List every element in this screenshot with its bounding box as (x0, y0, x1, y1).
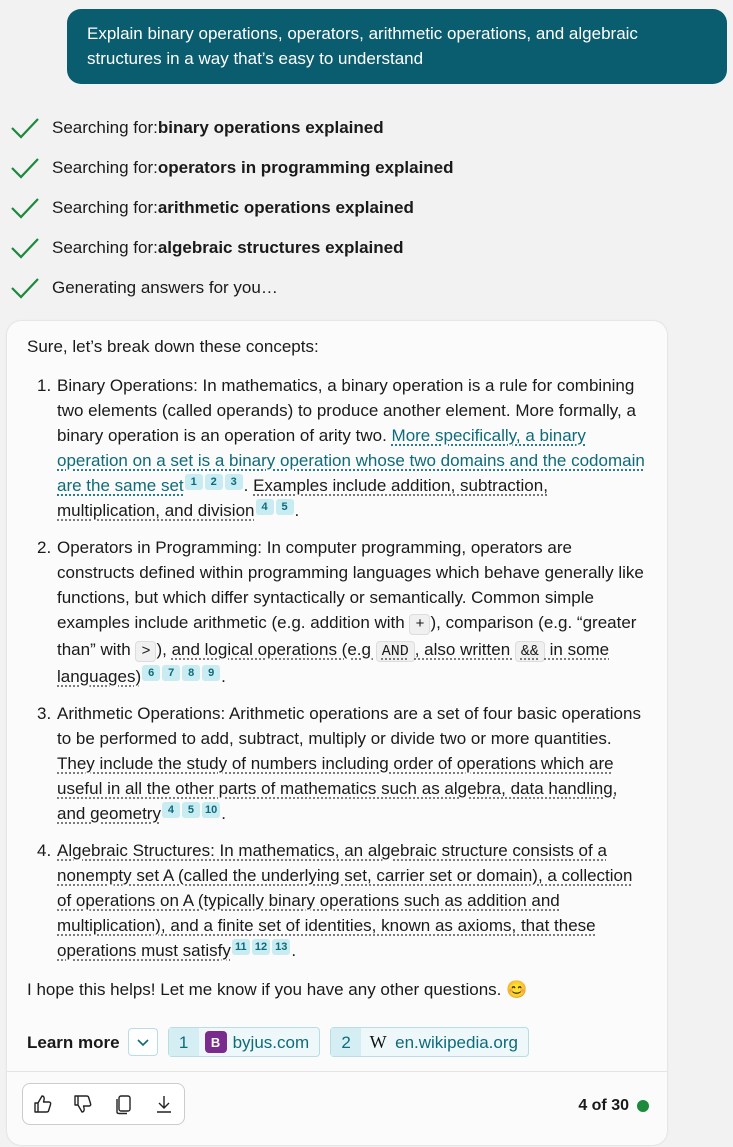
list-item: 1. Binary Operations: In mathematics, a … (29, 373, 649, 523)
citation-badge[interactable]: 4 (255, 499, 274, 515)
step-query: algebraic structures explained (157, 238, 404, 257)
answer-list: 1. Binary Operations: In mathematics, a … (29, 373, 649, 975)
user-message-text: Explain binary operations, operators, ar… (87, 24, 638, 68)
dislike-button[interactable] (71, 1092, 95, 1116)
source-link[interactable]: 2 W en.wikipedia.org (330, 1027, 529, 1057)
check-icon (11, 198, 39, 219)
step-query: binary operations explained (157, 118, 384, 137)
citation-badge[interactable]: 9 (202, 665, 221, 681)
answer-card: Sure, let’s break down these concepts: 1… (7, 321, 667, 1145)
item-text: . (221, 804, 226, 823)
item-text: . (294, 501, 300, 520)
step-query: operators in programming explained (157, 158, 454, 177)
answer-intro: Sure, let’s break down these concepts: (27, 337, 319, 356)
list-item: 3. Arithmetic Operations: Arithmetic ope… (29, 701, 649, 826)
item-text: . (243, 476, 254, 495)
code-snippet: > (135, 641, 157, 662)
divider (7, 1071, 667, 1072)
citation-badge[interactable]: 7 (162, 665, 181, 681)
citation-badge[interactable]: 4 (161, 802, 180, 818)
step-item: Searching for: operators in programming … (10, 148, 454, 188)
step-prefix: Generating answers for you… (52, 278, 278, 297)
step-item: Searching for: algebraic structures expl… (10, 228, 454, 268)
feedback-toolbar (22, 1083, 185, 1125)
status-indicator (637, 1099, 649, 1112)
copy-icon (115, 1095, 131, 1115)
citation-badge[interactable]: 5 (275, 499, 294, 515)
thumbs-up-icon (34, 1095, 52, 1113)
citation-badge[interactable]: 3 (224, 474, 243, 490)
item-text: and logical operations (e.g (171, 640, 376, 659)
item-text: ), (156, 640, 172, 659)
citation-badge[interactable]: 5 (181, 802, 200, 818)
code-snippet: && (514, 641, 545, 662)
response-count-text: 4 of 30 (578, 1097, 629, 1114)
like-button[interactable] (31, 1092, 55, 1116)
item-number: 2. (37, 538, 52, 557)
step-query: arithmetic operations explained (157, 198, 414, 217)
learn-more-label: Learn more (27, 1032, 120, 1052)
item-number: 4. (37, 841, 52, 860)
check-icon (11, 278, 39, 299)
code-snippet: AND (375, 641, 415, 662)
search-steps: Searching for: binary operations explain… (10, 108, 454, 308)
source-domain: byjus.com (232, 1032, 310, 1052)
list-item: 4. Algebraic Structures: In mathematics,… (29, 838, 649, 963)
user-message-bubble: Explain binary operations, operators, ar… (67, 9, 727, 84)
expand-sources-button[interactable] (127, 1028, 158, 1056)
item-text: . (221, 667, 226, 686)
citation-badge[interactable]: 1 (184, 474, 203, 490)
citation-badge[interactable]: 8 (182, 665, 201, 681)
citation-badge[interactable]: 2 (204, 474, 223, 490)
export-button[interactable] (152, 1092, 176, 1116)
response-counter: 4 of 30 (578, 1093, 649, 1118)
citation-badge[interactable]: 12 (251, 939, 271, 955)
cited-text[interactable]: Algebraic Structures: In mathematics, an… (57, 841, 632, 960)
answer-closing: I hope this helps! Let me know if you ha… (27, 980, 528, 999)
source-index: 2 (331, 1028, 362, 1056)
check-icon (11, 238, 39, 259)
item-text: . (291, 941, 297, 960)
check-icon (11, 158, 39, 179)
code-snippet: + (409, 614, 431, 635)
citation-badge[interactable]: 11 (231, 939, 250, 955)
byjus-logo-icon: B (204, 1031, 227, 1053)
citation-badge[interactable]: 10 (201, 802, 221, 818)
item-text: , also written (414, 640, 515, 659)
step-item: Generating answers for you… (10, 268, 454, 308)
chevron-down-icon (137, 1039, 149, 1047)
wikipedia-logo-icon: W (369, 1031, 387, 1052)
step-prefix: Searching for: (52, 118, 158, 137)
step-prefix: Searching for: (52, 198, 158, 217)
step-item: Searching for: arithmetic operations exp… (10, 188, 454, 228)
citation-badge[interactable]: 13 (272, 939, 291, 955)
source-domain: en.wikipedia.org (395, 1032, 518, 1052)
source-link[interactable]: 1 B byjus.com (167, 1027, 321, 1057)
citation-badge[interactable]: 6 (142, 665, 161, 681)
step-prefix: Searching for: (52, 158, 158, 177)
cited-text[interactable]: They include the study of numbers includ… (57, 754, 617, 823)
download-icon (156, 1096, 171, 1113)
copy-button[interactable] (112, 1092, 136, 1116)
thumbs-down-icon (74, 1095, 92, 1113)
check-icon (11, 118, 39, 139)
item-text: Arithmetic Operations: Arithmetic operat… (57, 704, 641, 748)
step-item: Searching for: binary operations explain… (10, 108, 454, 148)
learn-more-bar: Learn more 1 B byjus.com 2 W en.wikipedi… (27, 1027, 539, 1057)
step-prefix: Searching for: (52, 238, 158, 257)
list-item: 2. Operators in Programming: In computer… (29, 535, 649, 689)
item-number: 3. (37, 704, 52, 723)
item-number: 1. (37, 376, 52, 395)
source-index: 1 (168, 1028, 199, 1056)
